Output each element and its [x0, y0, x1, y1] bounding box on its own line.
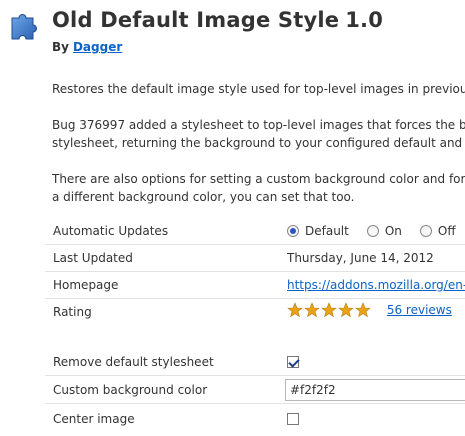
rating-row: Rating 56 reviews	[45, 299, 465, 326]
rating-label: Rating	[53, 305, 92, 319]
addon-details-view: Old Default Image Style 1.0 By Dagger Rest…	[0, 0, 465, 436]
remove-stylesheet-checkbox[interactable]	[287, 356, 299, 368]
star-icon	[287, 302, 303, 318]
by-label: By	[52, 40, 69, 54]
homepage-row: Homepage https://addons.mozilla.org/en-U…	[45, 272, 465, 299]
last-updated-row: Last Updated Thursday, June 14, 2012	[45, 245, 465, 272]
center-image-value	[287, 413, 299, 428]
star-icon	[338, 302, 354, 318]
bgcolor-input[interactable]: #f2f2f2	[285, 379, 465, 401]
reviews-link[interactable]: 56 reviews	[387, 303, 452, 317]
automatic-updates-radio-group: Default On Off	[287, 224, 465, 238]
addon-version: 1.0	[345, 8, 384, 32]
author-link[interactable]: Dagger	[73, 40, 122, 54]
center-image-checkbox[interactable]	[287, 413, 299, 425]
description-line: Bug 376997 added a stylesheet to top-lev…	[52, 118, 465, 132]
star-icon	[304, 302, 320, 318]
rating-stars	[287, 302, 371, 318]
description-paragraph-1: Restores the default image style used fo…	[52, 82, 465, 96]
update-option-default[interactable]: Default	[287, 224, 349, 238]
update-option-on[interactable]: On	[366, 224, 402, 238]
addon-name: Old Default Image Style	[52, 8, 340, 32]
radio-off[interactable]	[419, 225, 432, 237]
remove-stylesheet-row: Remove default stylesheet	[45, 349, 465, 376]
radio-default-label: Default	[305, 224, 349, 238]
author-line: By Dagger	[52, 40, 122, 54]
puzzle-piece-icon	[11, 14, 37, 40]
last-updated-label: Last Updated	[53, 251, 133, 265]
last-updated-value: Thursday, June 14, 2012	[287, 251, 434, 265]
description-line: There are also options for setting a cus…	[52, 172, 465, 186]
rating-value: 56 reviews	[287, 302, 452, 318]
update-option-off[interactable]: Off	[419, 224, 456, 238]
radio-on-label: On	[384, 224, 402, 238]
radio-default[interactable]	[287, 225, 299, 237]
radio-off-label: Off	[437, 224, 456, 238]
bgcolor-label: Custom background color	[53, 383, 208, 397]
automatic-updates-row: Automatic Updates Default On Off	[45, 218, 465, 245]
description-paragraph-3: There are also options for setting a cus…	[52, 170, 465, 206]
description-line: stylesheet, returning the background to …	[52, 136, 465, 150]
bgcolor-row: Custom background color #f2f2f2	[45, 377, 465, 404]
description-paragraph-2: Bug 376997 added a stylesheet to top-lev…	[52, 116, 465, 152]
addon-title: Old Default Image Style 1.0	[52, 8, 383, 32]
automatic-updates-label: Automatic Updates	[53, 224, 169, 238]
star-icon	[355, 302, 371, 318]
center-image-label: Center image	[53, 412, 135, 426]
star-icon	[321, 302, 337, 318]
homepage-label: Homepage	[53, 278, 119, 292]
radio-on[interactable]	[366, 225, 379, 237]
center-image-row: Center image	[45, 406, 465, 433]
remove-stylesheet-value	[287, 356, 299, 371]
homepage-link[interactable]: https://addons.mozilla.org/en-US/	[287, 278, 465, 292]
description-line: a different background color, you can se…	[52, 190, 355, 204]
remove-stylesheet-label: Remove default stylesheet	[53, 355, 214, 369]
